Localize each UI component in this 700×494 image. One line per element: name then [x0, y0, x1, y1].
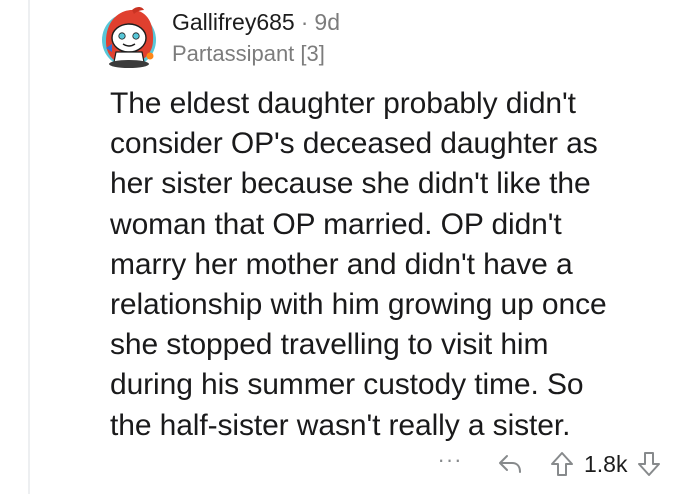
snoo-avatar-icon — [102, 7, 156, 68]
comment-card: Gallifrey685 · 9d Partassipant [3] The eld… — [0, 0, 700, 494]
comment-body-line: during his summer custody time. So — [110, 368, 584, 402]
comment-body-line: relationship with him growing up once — [110, 288, 607, 322]
comment-age[interactable]: 9d — [314, 9, 340, 35]
avatar[interactable] — [98, 4, 160, 70]
header-meta: Gallifrey685 · 9d — [172, 8, 340, 36]
comment-body-line: marry her mother and didn't have a — [110, 247, 573, 281]
meta-separator: · — [300, 9, 309, 35]
comment-body-line: the half-sister wasn't really a sister. — [110, 408, 571, 442]
reply-button[interactable] — [498, 453, 522, 475]
comment-body-line: she stopped travelling to visit him — [110, 328, 549, 362]
comment-body-line: The eldest daughter probably didn't — [110, 87, 576, 120]
comment-body-line: her sister because she didn't like the — [110, 167, 591, 201]
comment-actions: ··· 1.8k — [430, 444, 695, 484]
thread-line[interactable] — [28, 0, 30, 494]
comment-body-line: woman that OP married. OP didn't — [110, 207, 562, 241]
upvote-arrow-icon — [551, 452, 573, 476]
vote-score: 1.8k — [584, 450, 628, 477]
more-options-icon[interactable]: ··· — [430, 449, 470, 471]
upvote-button[interactable] — [550, 451, 574, 477]
username[interactable]: Gallifrey685 — [172, 9, 295, 35]
comment-body-line: consider OP's deceased daughter as — [110, 127, 598, 161]
downvote-button[interactable] — [637, 451, 661, 477]
comment-header: Gallifrey685 · 9d Partassipant [3] — [172, 8, 340, 68]
reply-arrow-icon — [499, 455, 521, 473]
user-flair: Partassipant [3] — [172, 41, 325, 66]
downvote-arrow-icon — [638, 452, 661, 476]
comment-body: The eldest daughter probably didn't cons… — [110, 84, 695, 446]
